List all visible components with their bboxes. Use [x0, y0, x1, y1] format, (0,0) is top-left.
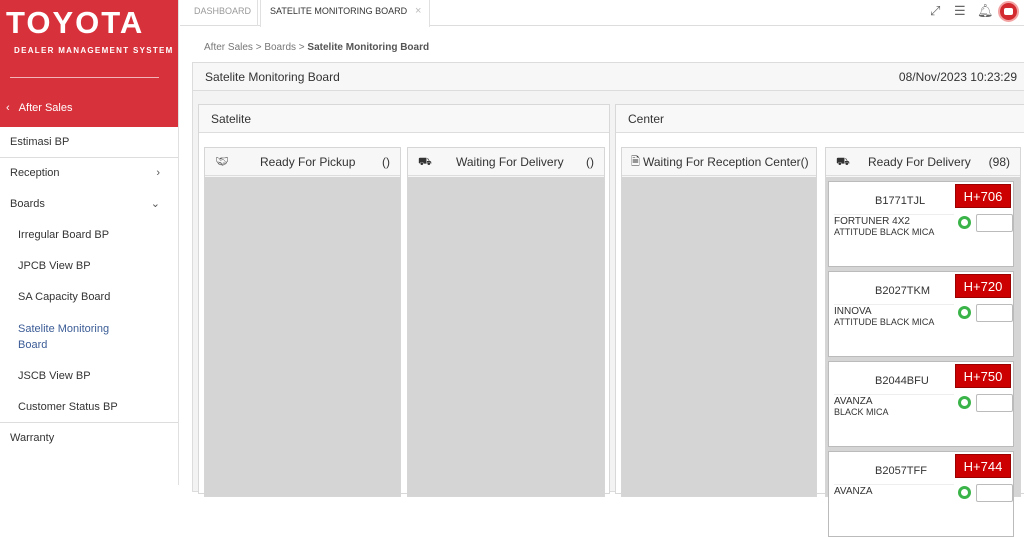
truck-icon: ⛟: [418, 156, 432, 168]
card-input-box[interactable]: [976, 214, 1013, 232]
ready-for-pickup-list: [205, 177, 400, 496]
truck-icon: ⛟: [836, 156, 850, 168]
lifebuoy-icon[interactable]: [958, 306, 971, 319]
sidebar-item-boards[interactable]: Boards ⌄: [0, 189, 178, 220]
top-bar: DASHBOARD SATELITE MONITORING BOARD × ⤢ ☰…: [180, 0, 1024, 27]
sidebar-item-reception[interactable]: Reception ›: [0, 158, 178, 189]
ready-for-pickup-header: 🤝︎ Ready For Pickup (): [205, 148, 400, 176]
expand-icon[interactable]: ⤢: [930, 3, 940, 19]
satelite-panel: Satelite 🤝︎ Ready For Pickup () ⛟ Waitin…: [198, 104, 610, 497]
ready-for-delivery-count: (98): [988, 155, 1010, 169]
card-plate: B2044BFU: [875, 375, 929, 387]
chevron-left-icon: ‹: [6, 102, 10, 114]
chevron-down-icon: ⌄: [150, 198, 160, 210]
sidebar-nav: Estimasi BP Reception › Boards ⌄ Irregular…: [0, 127, 178, 454]
ready-for-delivery-header: ⛟ Ready For Delivery (98): [826, 148, 1020, 176]
avatar-icon[interactable]: [998, 1, 1019, 22]
sidebar-item-label: Boards: [10, 198, 45, 210]
tab-satelite-monitoring-board[interactable]: SATELITE MONITORING BOARD ×: [260, 0, 430, 27]
card-model: AVANZA: [834, 484, 954, 497]
breadcrumb: After Sales > Boards > Satelite Monitori…: [204, 42, 429, 53]
delivery-card[interactable]: B1771TJL H+706 FORTUNER 4X2 ATTITUDE BLA…: [828, 181, 1014, 267]
center-panel: Center 🗎︎ Waiting For Reception Center()…: [615, 104, 1024, 537]
sidebar-item-customer-status-bp[interactable]: Customer Status BP: [0, 392, 178, 423]
sidebar-item-satelite-monitoring-board[interactable]: Satelite Monitoring Board: [0, 313, 178, 361]
ready-for-delivery-list: B1771TJL H+706 FORTUNER 4X2 ATTITUDE BLA…: [826, 177, 1020, 537]
ready-for-delivery-column: ⛟ Ready For Delivery (98) B1771TJL H+706…: [825, 147, 1021, 537]
dms-subtitle: DEALER MANAGEMENT SYSTEM: [14, 46, 174, 55]
card-color: BLACK MICA: [834, 407, 889, 417]
card-color: ATTITUDE BLACK MICA: [834, 227, 935, 237]
waiting-for-delivery-label: Waiting For Delivery: [456, 155, 564, 169]
card-color: ATTITUDE BLACK MICA: [834, 317, 935, 327]
card-input-box[interactable]: [976, 304, 1013, 322]
sidebar-item-label: Reception: [10, 167, 60, 179]
document-icon: 🗎︎: [631, 156, 640, 168]
brand-divider: [10, 77, 159, 78]
tab-dashboard[interactable]: DASHBOARD: [188, 0, 258, 26]
waiting-for-reception-column: 🗎︎ Waiting For Reception Center(): [621, 147, 817, 497]
board-datetime: 08/Nov/2023 10:23:29: [898, 70, 1017, 84]
delivery-card[interactable]: B2044BFU H+750 AVANZA BLACK MICA: [828, 361, 1014, 447]
board-header: Satelite Monitoring Board 08/Nov/2023 10…: [193, 63, 1024, 91]
waiting-for-delivery-count: (): [586, 155, 594, 169]
bell-icon[interactable]: 🔔︎: [977, 3, 994, 19]
center-title: Center: [616, 105, 1024, 133]
handshake-icon: 🤝︎: [215, 156, 229, 168]
toyota-logo: TOYOTA: [6, 5, 145, 40]
lifebuoy-icon[interactable]: [958, 396, 971, 409]
waiting-for-delivery-column: ⛟ Waiting For Delivery (): [407, 147, 605, 497]
satelite-title: Satelite: [199, 105, 609, 133]
sidebar: TOYOTA DEALER MANAGEMENT SYSTEM ‹ After S…: [0, 0, 179, 485]
waiting-for-reception-list: [622, 177, 816, 496]
card-day-badge: H+744: [955, 454, 1011, 478]
card-model: INNOVA: [834, 304, 954, 317]
card-model: FORTUNER 4X2: [834, 214, 954, 227]
delivery-card[interactable]: B2027TKM H+720 INNOVA ATTITUDE BLACK MIC…: [828, 271, 1014, 357]
card-day-badge: H+706: [955, 184, 1011, 208]
card-plate: B1771TJL: [875, 195, 926, 207]
breadcrumb-after-sales[interactable]: After Sales: [204, 42, 253, 53]
lifebuoy-icon[interactable]: [958, 486, 971, 499]
card-day-badge: H+750: [955, 364, 1011, 388]
after-sales-label: After Sales: [18, 102, 73, 114]
breadcrumb-boards[interactable]: Boards: [264, 42, 296, 53]
chevron-right-icon: ›: [156, 167, 160, 179]
card-plate: B2027TKM: [875, 285, 931, 297]
sidebar-item-sa-capacity-board[interactable]: SA Capacity Board: [0, 282, 178, 313]
brand-header: TOYOTA DEALER MANAGEMENT SYSTEM ‹ After S…: [0, 0, 178, 127]
ready-for-delivery-label: Ready For Delivery: [868, 155, 971, 169]
waiting-for-delivery-list: [408, 177, 604, 496]
tab-label: SATELITE MONITORING BOARD: [270, 6, 408, 16]
ready-for-pickup-label: Ready For Pickup: [260, 155, 356, 169]
card-model: AVANZA: [834, 394, 954, 407]
sidebar-item-warranty[interactable]: Warranty: [0, 423, 178, 454]
sidebar-item-label: Satelite Monitoring Board: [18, 323, 110, 351]
after-sales-link[interactable]: ‹ After Sales: [6, 102, 81, 114]
sidebar-item-jscb-view-bp[interactable]: JSCB View BP: [0, 361, 178, 392]
sidebar-item-estimasi-bp[interactable]: Estimasi BP: [0, 127, 178, 158]
ready-for-pickup-count: (): [382, 155, 390, 169]
breadcrumb-current: Satelite Monitoring Board: [307, 42, 430, 53]
card-input-box[interactable]: [976, 394, 1013, 412]
breadcrumb-separator: >: [255, 42, 262, 53]
waiting-for-delivery-header: ⛟ Waiting For Delivery (): [408, 148, 604, 176]
monitoring-board: Satelite Monitoring Board 08/Nov/2023 10…: [192, 62, 1024, 537]
sidebar-item-irregular-board-bp[interactable]: Irregular Board BP: [0, 220, 178, 251]
board-title: Satelite Monitoring Board: [205, 70, 340, 84]
delivery-card[interactable]: B2057TFF H+744 AVANZA: [828, 451, 1014, 537]
sidebar-item-jpcb-view-bp[interactable]: JPCB View BP: [0, 251, 178, 282]
breadcrumb-separator: >: [298, 42, 305, 53]
lifebuoy-icon[interactable]: [958, 216, 971, 229]
menu-icon[interactable]: ☰: [954, 3, 966, 19]
card-input-box[interactable]: [976, 484, 1013, 502]
waiting-for-reception-header: 🗎︎ Waiting For Reception Center(): [622, 148, 816, 176]
card-day-badge: H+720: [955, 274, 1011, 298]
card-plate: B2057TFF: [875, 465, 927, 477]
ready-for-pickup-column: 🤝︎ Ready For Pickup (): [204, 147, 401, 497]
close-icon[interactable]: ×: [415, 0, 421, 22]
waiting-for-reception-label: Waiting For Reception Center(): [643, 155, 809, 169]
